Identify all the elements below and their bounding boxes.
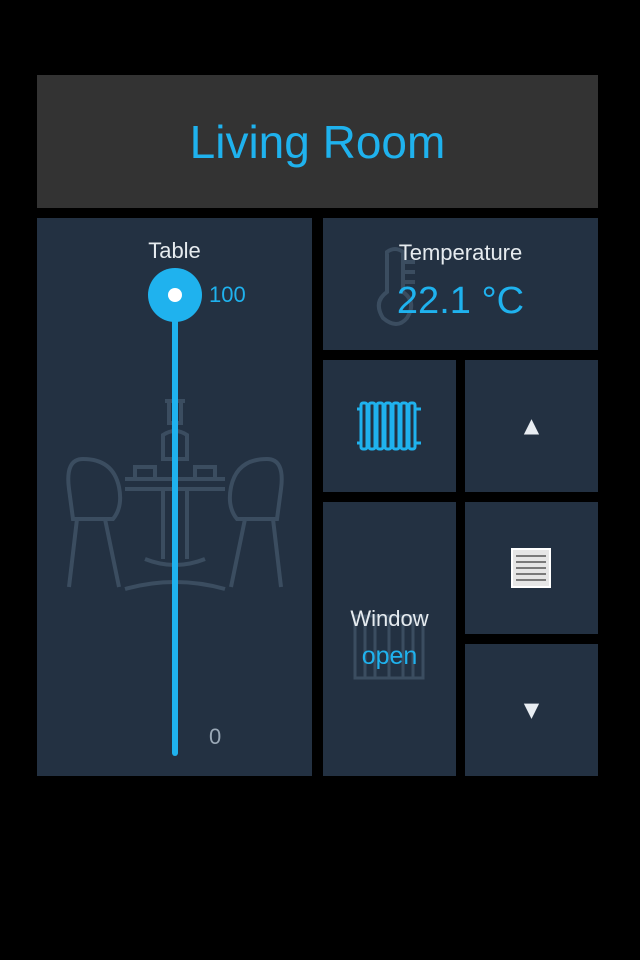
shutter-icon [511, 548, 551, 588]
slider-label: Table [148, 238, 201, 263]
shutter-down-button[interactable]: ▼ [465, 644, 598, 776]
slider-track[interactable] [172, 292, 178, 756]
temperature-value: 22.1 °C [396, 280, 525, 322]
shutter-up-button[interactable]: ▲ [465, 360, 598, 492]
window-state: open [361, 642, 418, 670]
room-header: Living Room [37, 75, 598, 208]
radiator-icon [357, 401, 421, 451]
window-tile: Window open [323, 502, 456, 776]
room-title: Living Room [189, 115, 446, 168]
arrow-down-icon: ▼ [518, 694, 545, 725]
slider-thumb[interactable] [148, 268, 202, 322]
table-slider-tile[interactable]: Table 100 0 [37, 218, 312, 776]
arrow-up-icon: ▲ [518, 410, 545, 441]
temperature-tile: Temperature 22.1 °C [323, 218, 598, 350]
shutter-stop-button[interactable] [465, 502, 598, 634]
slider-max-label: 100 [209, 282, 246, 307]
heater-tile[interactable] [323, 360, 456, 492]
temperature-label: Temperature [398, 240, 523, 265]
window-label: Window [350, 606, 429, 631]
slider-min-label: 0 [209, 724, 222, 749]
